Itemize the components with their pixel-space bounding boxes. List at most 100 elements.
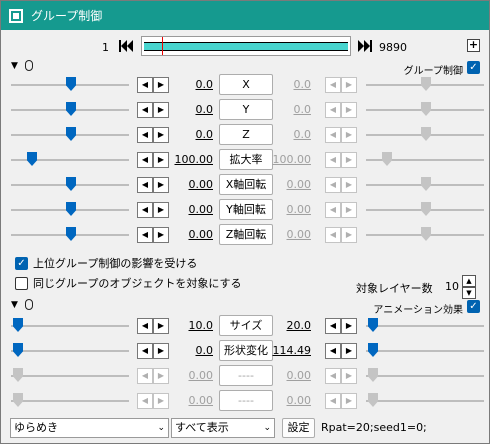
- right-arrow-icon[interactable]: ▶: [341, 318, 357, 334]
- param-name-button[interactable]: Y軸回転: [219, 199, 273, 220]
- start-value[interactable]: 0.00: [169, 369, 214, 382]
- right-arrow-icon[interactable]: ▶: [153, 202, 169, 218]
- right-stepper[interactable]: ◀ ▶: [325, 177, 357, 193]
- settings-button[interactable]: 設定: [282, 418, 315, 438]
- left-slider[interactable]: [11, 152, 129, 166]
- right-arrow-icon[interactable]: ▶: [341, 368, 357, 384]
- left-arrow-icon[interactable]: ◀: [325, 177, 341, 193]
- param-name-button[interactable]: ----: [219, 365, 273, 386]
- param-name-button[interactable]: Y: [219, 99, 273, 120]
- end-value[interactable]: 0.00: [267, 203, 312, 216]
- end-value[interactable]: 0.00: [267, 228, 312, 241]
- param-name-button[interactable]: 拡大率: [219, 149, 273, 170]
- param-name-button[interactable]: X軸回転: [219, 174, 273, 195]
- left-slider[interactable]: [11, 102, 129, 116]
- left-slider[interactable]: [11, 177, 129, 191]
- right-arrow-icon[interactable]: ▶: [153, 177, 169, 193]
- anim-effect-checkbox[interactable]: ✓: [467, 300, 480, 313]
- left-arrow-icon[interactable]: ◀: [325, 227, 341, 243]
- start-value[interactable]: 0.00: [169, 394, 214, 407]
- left-arrow-icon[interactable]: ◀: [137, 127, 153, 143]
- slider-thumb[interactable]: [66, 177, 76, 191]
- start-value[interactable]: 0.0: [169, 128, 214, 141]
- slider-thumb[interactable]: [421, 202, 431, 216]
- slider-thumb[interactable]: [382, 152, 392, 166]
- right-arrow-icon[interactable]: ▶: [153, 127, 169, 143]
- timeline-cursor[interactable]: [162, 37, 163, 55]
- right-arrow-icon[interactable]: ▶: [341, 152, 357, 168]
- start-value[interactable]: 100.00: [169, 153, 214, 166]
- left-arrow-icon[interactable]: ◀: [137, 77, 153, 93]
- left-arrow-icon[interactable]: ◀: [325, 393, 341, 409]
- slider-thumb[interactable]: [66, 127, 76, 141]
- left-arrow-icon[interactable]: ◀: [137, 393, 153, 409]
- left-stepper[interactable]: ◀ ▶: [137, 177, 169, 193]
- right-arrow-icon[interactable]: ▶: [153, 77, 169, 93]
- right-arrow-icon[interactable]: ▶: [341, 393, 357, 409]
- right-arrow-icon[interactable]: ▶: [153, 152, 169, 168]
- left-arrow-icon[interactable]: ◀: [137, 102, 153, 118]
- slider-thumb[interactable]: [421, 77, 431, 91]
- skip-forward-icon[interactable]: [357, 39, 373, 53]
- anim-section-toggle-icon[interactable]: ▼: [11, 300, 18, 310]
- layer-spinner[interactable]: ▲ ▼: [462, 275, 476, 299]
- right-slider[interactable]: [366, 318, 484, 332]
- left-arrow-icon[interactable]: ◀: [325, 318, 341, 334]
- right-stepper[interactable]: ◀ ▶: [325, 343, 357, 359]
- param-name-button[interactable]: サイズ: [219, 315, 273, 336]
- left-arrow-icon[interactable]: ◀: [137, 202, 153, 218]
- spinner-up-icon[interactable]: ▲: [462, 275, 476, 287]
- param-name-button[interactable]: 形状変化: [219, 340, 273, 361]
- right-slider[interactable]: [366, 102, 484, 116]
- left-arrow-icon[interactable]: ◀: [325, 102, 341, 118]
- left-slider[interactable]: [11, 227, 129, 241]
- slider-thumb[interactable]: [13, 368, 23, 382]
- left-slider[interactable]: [11, 202, 129, 216]
- slider-thumb[interactable]: [66, 102, 76, 116]
- start-value[interactable]: 10.0: [169, 319, 214, 332]
- slider-thumb[interactable]: [421, 127, 431, 141]
- plus-icon[interactable]: +: [467, 39, 480, 52]
- slider-thumb[interactable]: [368, 393, 378, 407]
- end-value[interactable]: 0.0: [267, 128, 312, 141]
- right-arrow-icon[interactable]: ▶: [341, 227, 357, 243]
- param-name-button[interactable]: Z: [219, 124, 273, 145]
- end-value[interactable]: 20.0: [267, 319, 312, 332]
- slider-thumb[interactable]: [368, 368, 378, 382]
- right-slider[interactable]: [366, 77, 484, 91]
- start-value[interactable]: 0.0: [169, 344, 214, 357]
- left-slider[interactable]: [11, 77, 129, 91]
- right-stepper[interactable]: ◀ ▶: [325, 393, 357, 409]
- start-value[interactable]: 0.0: [169, 103, 214, 116]
- right-slider[interactable]: [366, 343, 484, 357]
- param-name-button[interactable]: ----: [219, 390, 273, 411]
- slider-thumb[interactable]: [66, 227, 76, 241]
- left-arrow-icon[interactable]: ◀: [137, 368, 153, 384]
- slider-thumb[interactable]: [66, 77, 76, 91]
- skip-back-icon[interactable]: [118, 39, 134, 53]
- left-arrow-icon[interactable]: ◀: [137, 177, 153, 193]
- end-value[interactable]: 0.00: [267, 394, 312, 407]
- left-arrow-icon[interactable]: ◀: [325, 127, 341, 143]
- inherit-parent-checkbox-row[interactable]: ✓ 上位グループ制御の影響を受ける: [15, 255, 197, 271]
- right-arrow-icon[interactable]: ▶: [153, 343, 169, 359]
- right-slider[interactable]: [366, 127, 484, 141]
- right-slider[interactable]: [366, 202, 484, 216]
- right-arrow-icon[interactable]: ▶: [153, 393, 169, 409]
- left-slider[interactable]: [11, 343, 129, 357]
- right-slider[interactable]: [366, 152, 484, 166]
- right-slider[interactable]: [366, 227, 484, 241]
- timeline-range-bar[interactable]: [144, 42, 348, 51]
- timeline-track[interactable]: [141, 36, 351, 56]
- left-slider[interactable]: [11, 393, 129, 407]
- left-slider[interactable]: [11, 318, 129, 332]
- inherit-parent-checkbox[interactable]: ✓: [15, 256, 28, 270]
- left-arrow-icon[interactable]: ◀: [325, 202, 341, 218]
- start-value[interactable]: 0.00: [169, 178, 214, 191]
- slider-thumb[interactable]: [13, 318, 23, 332]
- param-name-button[interactable]: Z軸回転: [219, 224, 273, 245]
- left-stepper[interactable]: ◀ ▶: [137, 227, 169, 243]
- start-value[interactable]: 0.0: [169, 78, 214, 91]
- right-stepper[interactable]: ◀ ▶: [325, 368, 357, 384]
- left-stepper[interactable]: ◀ ▶: [137, 343, 169, 359]
